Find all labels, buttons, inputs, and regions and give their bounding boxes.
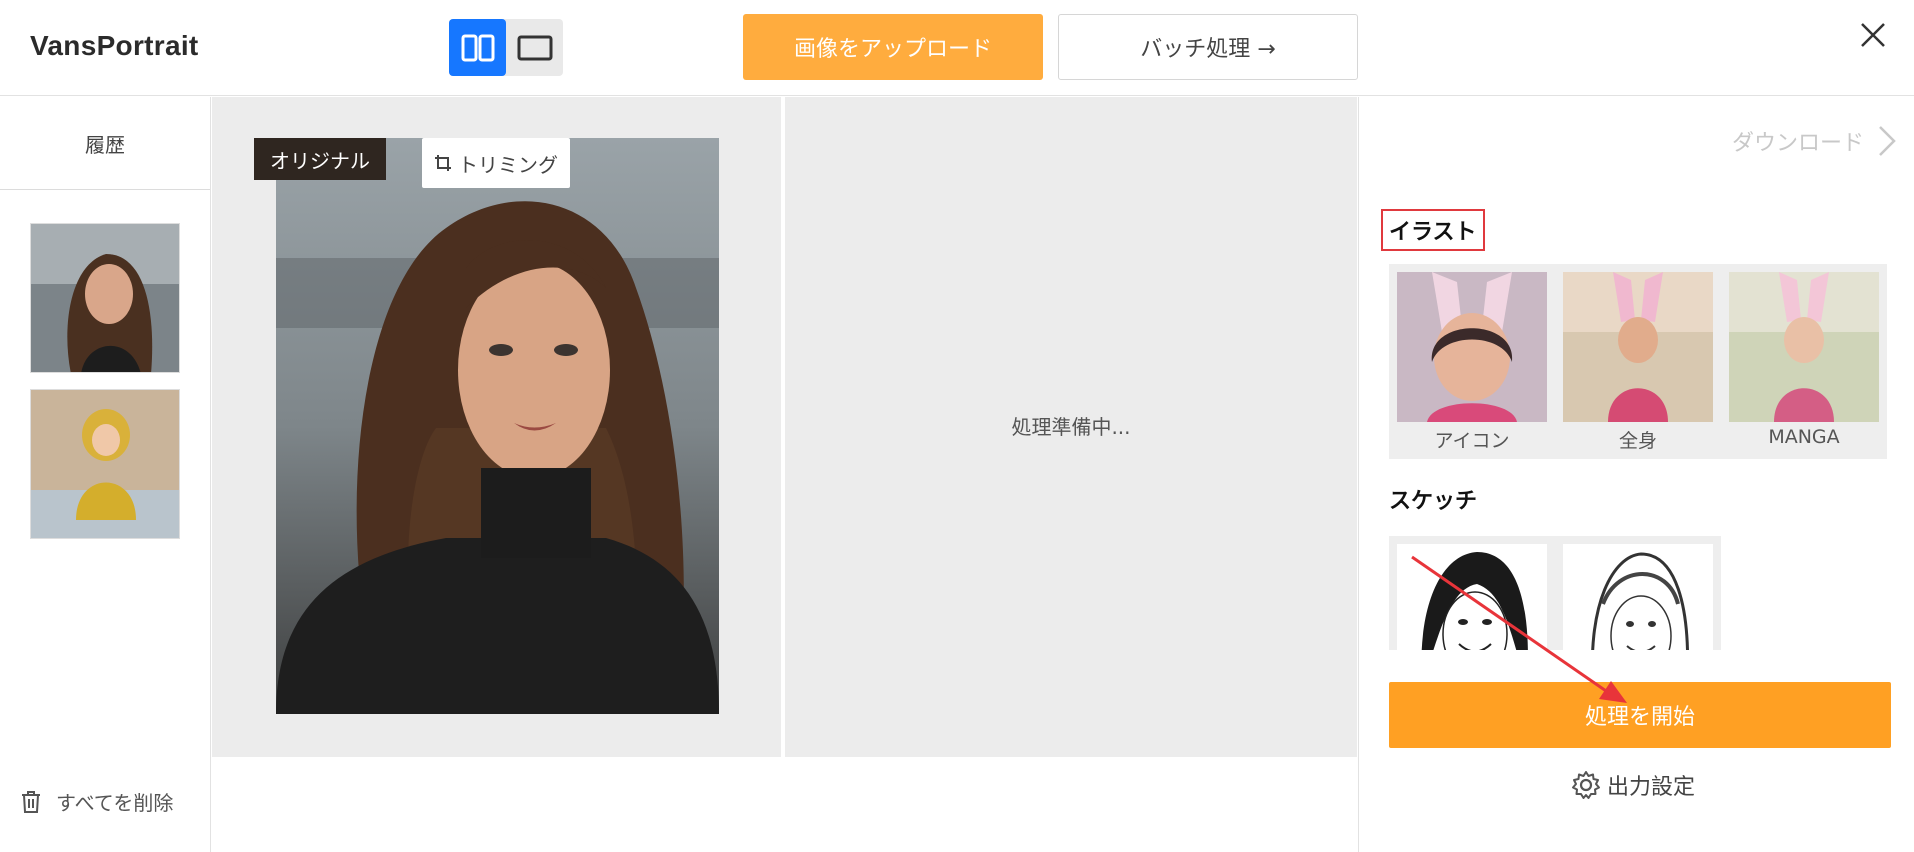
illust-manga-thumbnail xyxy=(1729,272,1879,422)
single-view-button[interactable] xyxy=(506,19,563,76)
illust-style-grid: アイコン 全身 MANGA xyxy=(1389,264,1887,459)
trim-label: トリミング xyxy=(458,152,558,177)
child-yellow-hoodie-thumbnail xyxy=(31,390,179,538)
sketch-thumbnail-1 xyxy=(1397,544,1547,650)
delete-all-label: すべてを削除 xyxy=(56,791,174,815)
history-header: 履歴 xyxy=(0,97,210,190)
close-icon xyxy=(1861,23,1885,47)
sketch-section-title: スケッチ xyxy=(1389,489,1478,514)
history-thumbnail-1[interactable] xyxy=(30,223,180,373)
original-photo xyxy=(276,138,719,714)
style-panel: ダウンロード イラスト アイコン 全身 MANGA スケッチ 処理を開始 出力設… xyxy=(1358,97,1914,852)
top-bar: VansPortrait 画像をアップロード バッチ処理 → xyxy=(0,0,1914,96)
output-settings-label: 出力設定 xyxy=(1607,775,1696,800)
output-settings-button[interactable]: 出力設定 xyxy=(1571,769,1695,801)
download-button[interactable]: ダウンロード xyxy=(1732,125,1896,157)
canvas-area: オリジナル トリミング 処理準備中... xyxy=(212,97,1357,757)
style-option-sketch-1[interactable] xyxy=(1397,544,1547,650)
crop-icon xyxy=(435,155,451,171)
portrait-photo-image xyxy=(276,138,719,714)
style-option-sketch-2[interactable] xyxy=(1563,544,1713,650)
style-option-full-body[interactable]: 全身 xyxy=(1563,272,1713,459)
portrait-woman-thumbnail xyxy=(31,224,179,372)
illust-icon-thumbnail xyxy=(1397,272,1547,422)
style-option-manga[interactable]: MANGA xyxy=(1729,272,1879,459)
delete-all-button[interactable]: すべてを削除 xyxy=(20,787,173,816)
gear-icon xyxy=(1572,771,1600,799)
history-sidebar: 履歴 すべてを削除 xyxy=(0,97,211,852)
trash-icon xyxy=(22,790,40,813)
style-option-label: MANGA xyxy=(1768,426,1840,448)
style-option-icon[interactable]: アイコン xyxy=(1397,272,1547,459)
close-button[interactable] xyxy=(1856,18,1890,52)
app-title: VansPortrait xyxy=(30,30,199,61)
upload-image-button[interactable]: 画像をアップロード xyxy=(743,14,1043,80)
start-processing-button[interactable]: 処理を開始 xyxy=(1389,682,1891,748)
illust-section-title: イラスト xyxy=(1381,209,1485,251)
split-view-icon xyxy=(461,34,494,61)
sketch-thumbnail-2 xyxy=(1563,544,1713,650)
processing-status: 処理準備中... xyxy=(1011,415,1131,439)
view-mode-toggle xyxy=(449,19,563,76)
single-view-icon xyxy=(517,35,552,60)
original-badge: オリジナル xyxy=(254,138,386,180)
style-option-label: アイコン xyxy=(1434,430,1510,452)
style-option-label: 全身 xyxy=(1618,430,1657,452)
batch-process-button[interactable]: バッチ処理 → xyxy=(1058,14,1358,80)
split-view-button[interactable] xyxy=(449,19,506,76)
illust-full-body-thumbnail xyxy=(1563,272,1713,422)
trim-button[interactable]: トリミング xyxy=(422,138,570,188)
download-label: ダウンロード xyxy=(1731,131,1864,156)
sketch-style-grid xyxy=(1389,536,1721,650)
history-thumbnail-2[interactable] xyxy=(30,389,180,539)
chevron-right-icon xyxy=(1879,126,1896,156)
